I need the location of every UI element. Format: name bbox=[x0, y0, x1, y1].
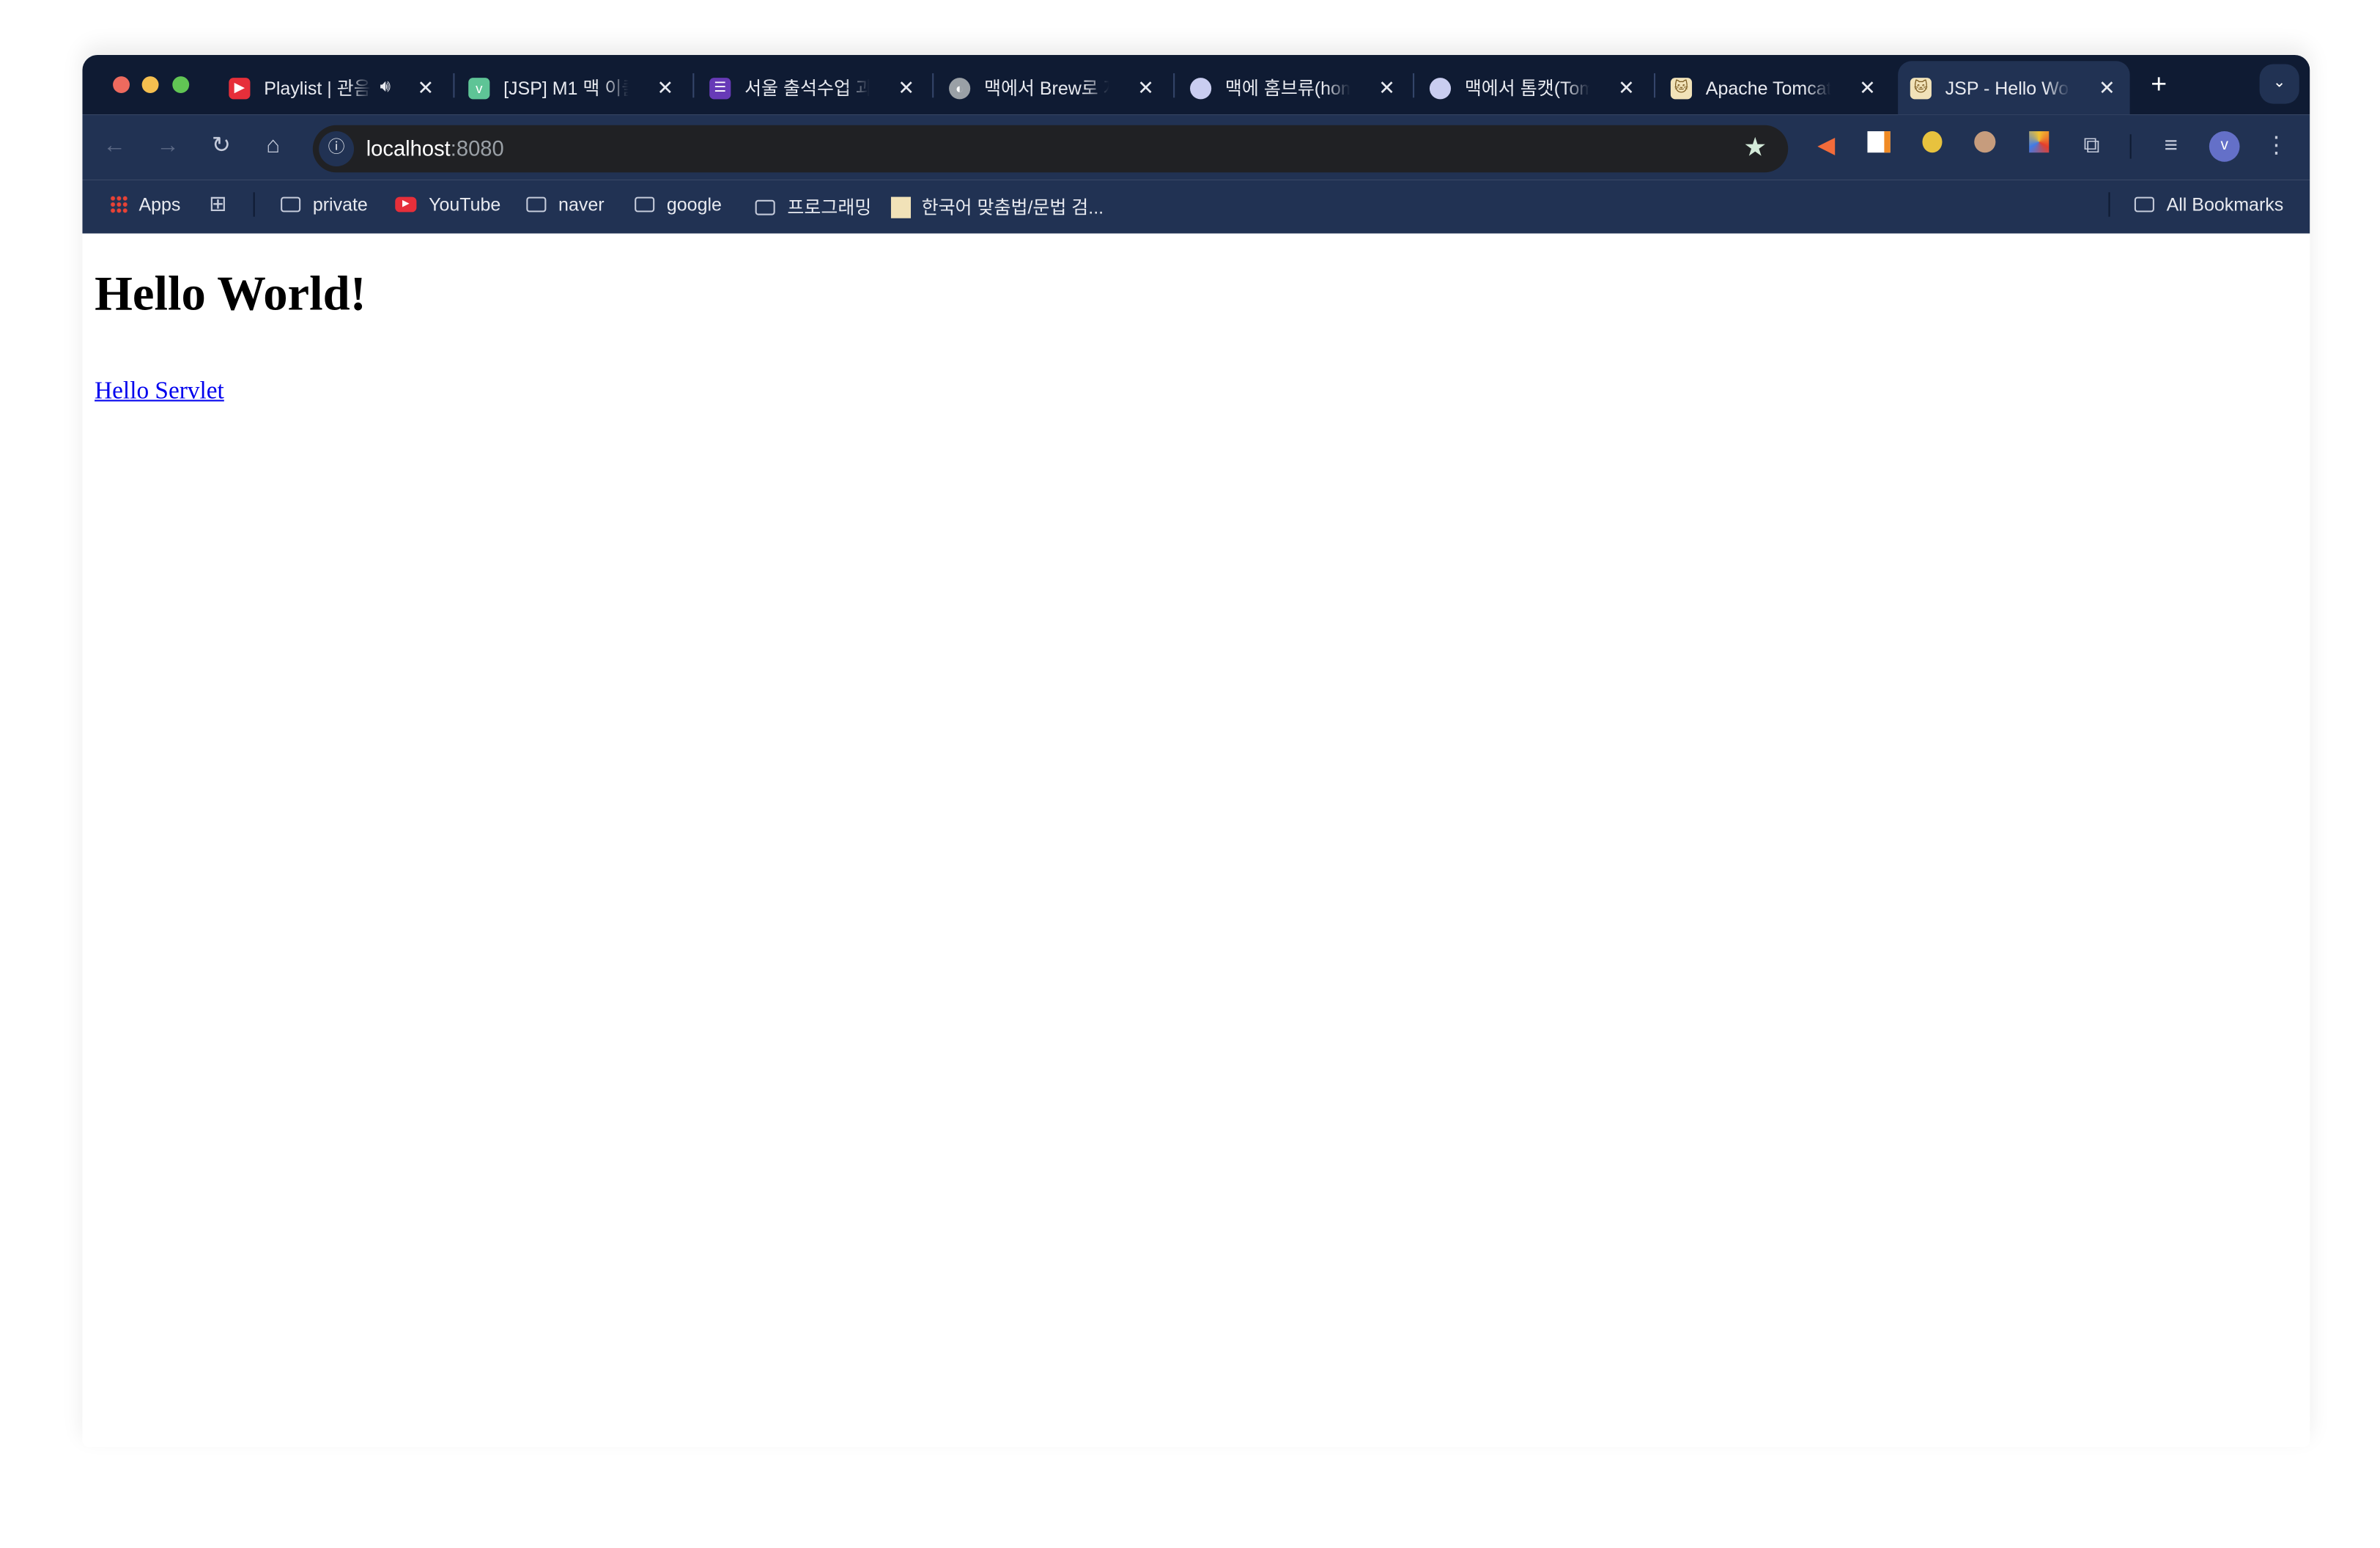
minimize-window-button[interactable] bbox=[141, 76, 159, 94]
folder-icon bbox=[281, 196, 301, 213]
extensions-puzzle-icon[interactable]: ⧉ bbox=[2077, 131, 2107, 162]
bookmark-separator bbox=[2108, 192, 2110, 217]
profile-avatar[interactable]: v bbox=[2209, 131, 2240, 162]
tab-separator bbox=[1413, 73, 1415, 98]
extension-color-wheel-icon[interactable] bbox=[2023, 131, 2054, 162]
close-tab-icon[interactable]: ✕ bbox=[895, 75, 917, 100]
close-tab-icon[interactable]: ✕ bbox=[415, 75, 436, 100]
folder-icon bbox=[2134, 196, 2154, 213]
bookmark-youtube[interactable]: ▶ YouTube bbox=[395, 194, 500, 215]
bookmark-folder-private[interactable]: private bbox=[281, 194, 368, 215]
apps-grid-icon bbox=[109, 195, 128, 214]
close-tab-icon[interactable]: ✕ bbox=[1135, 75, 1156, 100]
bookmark-folder-google[interactable]: google bbox=[635, 194, 722, 215]
page-content: Hello World! Hello Servlet bbox=[82, 233, 2310, 1447]
tab-separator bbox=[1173, 73, 1175, 98]
tomcat-icon bbox=[890, 196, 912, 218]
youtube-icon: ▶ bbox=[395, 196, 417, 213]
extension-reader-icon[interactable] bbox=[1863, 131, 1893, 162]
tab-separator bbox=[692, 73, 695, 98]
tomcat-icon: 🐱︎ bbox=[1910, 77, 1932, 99]
bookmark-folder-naver[interactable]: naver bbox=[526, 194, 605, 215]
extension-avatar-icon[interactable] bbox=[1970, 131, 2000, 162]
tab-search-button[interactable]: ⌄ bbox=[2259, 64, 2299, 104]
tab[interactable]: 맥에서 톰캣(Tomcat✕ bbox=[1429, 61, 1637, 114]
toolbar: ← → ↻ ⌂ ⓘ localhost:8080 ★ ◀ ⧉ ≡ v ⋮ bbox=[82, 114, 2310, 180]
close-window-button[interactable] bbox=[113, 76, 130, 94]
forms-icon: ☰ bbox=[709, 77, 731, 99]
extension-megaphone-icon[interactable]: ◀ bbox=[1811, 131, 1841, 162]
hello-servlet-link[interactable]: Hello Servlet bbox=[95, 378, 224, 405]
folder-icon bbox=[635, 196, 655, 213]
tab-separator bbox=[1653, 73, 1656, 98]
toolbar-separator bbox=[2129, 134, 2132, 159]
site-info-icon[interactable]: ⓘ bbox=[319, 131, 355, 166]
folder-icon bbox=[755, 199, 775, 215]
extension-coin-icon[interactable] bbox=[1916, 131, 1947, 162]
bookmark-star-icon[interactable]: ★ bbox=[1743, 133, 1767, 163]
speaker-icon[interactable]: 🔊︎ bbox=[380, 78, 390, 97]
page-heading: Hello World! bbox=[95, 265, 366, 321]
disc-icon bbox=[1429, 77, 1452, 99]
reload-button[interactable]: ↻ bbox=[206, 131, 237, 162]
tab-separator bbox=[453, 73, 455, 98]
tab-active[interactable]: 🐱︎JSP - Hello World✕ bbox=[1898, 61, 2130, 115]
disc-icon bbox=[1190, 77, 1212, 99]
bookmark-apps[interactable]: Apps bbox=[109, 194, 180, 215]
new-tab-button[interactable]: + bbox=[2143, 69, 2174, 100]
menu-kebab-icon[interactable]: ⋮ bbox=[2261, 131, 2292, 162]
tab-separator bbox=[932, 73, 934, 98]
close-tab-icon[interactable]: ✕ bbox=[1616, 75, 1637, 100]
media-control-icon[interactable]: ≡ bbox=[2156, 131, 2187, 162]
tab[interactable]: ▶ Playlist | 관음 🔊︎ ✕ bbox=[229, 61, 436, 114]
bookmark-separator bbox=[253, 192, 255, 217]
folder-icon bbox=[526, 196, 547, 213]
home-button[interactable]: ⌂ bbox=[258, 131, 289, 162]
tab[interactable]: ☰서울 출석수업 과제✕ bbox=[709, 61, 917, 114]
tab[interactable]: v[JSP] M1 맥 이클립스✕ bbox=[468, 61, 676, 114]
browser-window: ▶Playlist | 관음🔊︎✕ v[JSP] M1 맥 이클립스✕ ☰서울 … bbox=[82, 54, 2310, 1447]
youtube-icon: ▶ bbox=[229, 77, 251, 99]
bookmark-korean-spellcheck[interactable]: 한국어 맞춤법/문법 검... bbox=[890, 194, 1104, 219]
maximize-window-button[interactable] bbox=[172, 76, 190, 94]
close-tab-icon[interactable]: ✕ bbox=[1376, 75, 1397, 100]
velog-icon: v bbox=[468, 77, 490, 99]
back-button[interactable]: ← bbox=[99, 131, 130, 162]
close-tab-icon[interactable]: ✕ bbox=[654, 75, 676, 100]
all-bookmarks-button[interactable]: All Bookmarks bbox=[2134, 194, 2283, 215]
tab-groups-icon[interactable]: ⊞ bbox=[209, 191, 226, 216]
address-bar[interactable]: ⓘ localhost:8080 ★ bbox=[312, 125, 1789, 173]
tomcat-icon: 🐱︎ bbox=[1670, 77, 1693, 99]
tab[interactable]: 🐱︎ Apache Tomcat/✕ bbox=[1670, 61, 1878, 114]
forward-button[interactable]: → bbox=[152, 131, 183, 162]
tab-strip: ▶Playlist | 관음🔊︎✕ v[JSP] M1 맥 이클립스✕ ☰서울 … bbox=[82, 54, 2310, 115]
url-text[interactable]: localhost:8080 bbox=[366, 136, 504, 160]
tab[interactable]: 맥에 홈브류(homebrew✕ bbox=[1190, 61, 1397, 114]
bookmark-folder-programming[interactable]: 프로그래밍 bbox=[755, 194, 871, 219]
globe-icon: ◐ bbox=[949, 77, 971, 99]
bookmarks-bar: Apps ⊞ private ▶ YouTube naver google 프로그… bbox=[82, 180, 2310, 234]
tab[interactable]: ◐맥에서 Brew로 자바✕ bbox=[949, 61, 1156, 114]
close-tab-icon[interactable]: ✕ bbox=[2096, 75, 2118, 100]
close-tab-icon[interactable]: ✕ bbox=[1857, 75, 1878, 100]
